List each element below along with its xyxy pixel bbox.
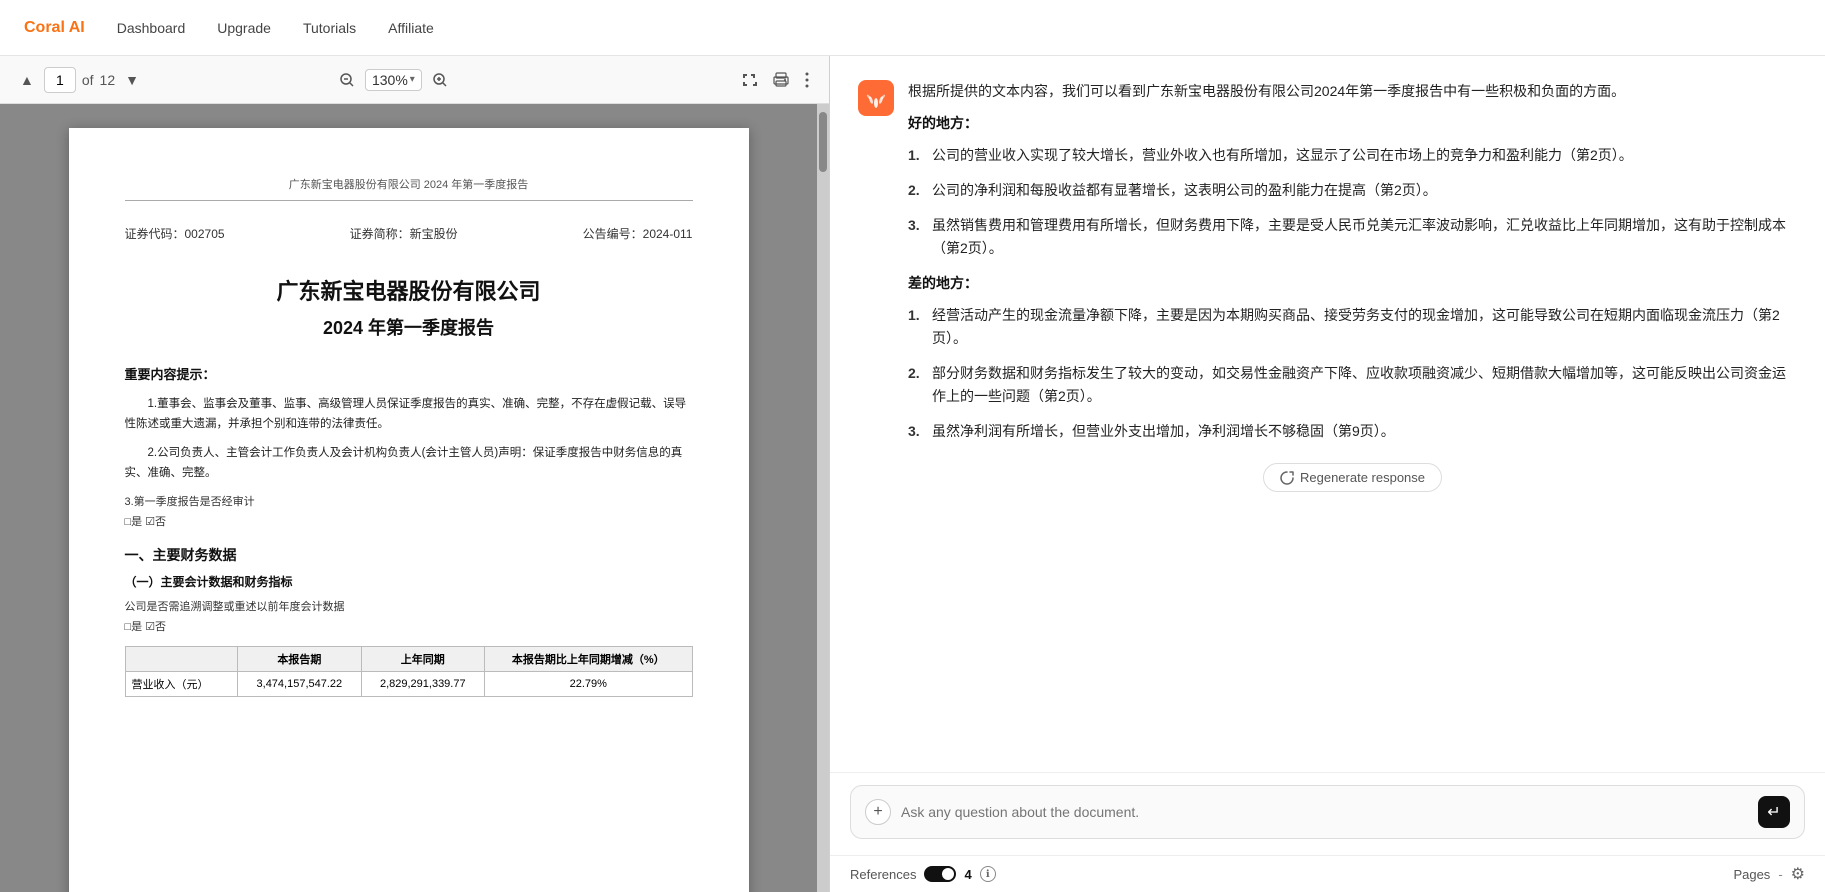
pdf-viewer: ▲ of 12 ▼ 130% ▾	[0, 56, 830, 892]
pdf-page: 广东新宝电器股份有限公司 2024 年第一季度报告 证券代码：002705 证券…	[69, 128, 749, 892]
zoom-out-button[interactable]	[335, 68, 359, 92]
send-icon: ↵	[1767, 802, 1780, 822]
ai-messages-list: 根据所提供的文本内容，我们可以看到广东新宝电器股份有限公司2024年第一季度报告…	[830, 56, 1825, 772]
plus-icon: +	[873, 803, 882, 821]
info-symbol: ℹ	[986, 869, 990, 880]
ai-bad-list: 经营活动产生的现金流量净额下降，主要是因为本期购买商品、接受劳务支付的现金增加，…	[908, 304, 1797, 443]
ai-good-item-1: 公司的营业收入实现了较大增长，营业外收入也有所增加，这显示了公司在市场上的竞争力…	[908, 144, 1797, 167]
pdf-data-table: 本报告期 上年同期 本报告期比上年同期增减（%） 营业收入（元） 3,474,1…	[125, 646, 693, 697]
pdf-important-title: 重要内容提示：	[125, 364, 693, 383]
ai-intro-text: 根据所提供的文本内容，我们可以看到广东新宝电器股份有限公司2024年第一季度报告…	[908, 80, 1797, 104]
brand-logo[interactable]: Coral AI	[24, 19, 85, 37]
table-header-1: 本报告期	[238, 647, 361, 672]
ai-bad-title: 差的地方：	[908, 272, 1797, 296]
pages-label: Pages	[1733, 867, 1770, 882]
table-cell-prev: 2,829,291,339.77	[361, 672, 484, 697]
nav-dashboard[interactable]: Dashboard	[117, 20, 186, 36]
pdf-adjust-question: 公司是否需追溯调整或重述以前年度会计数据	[125, 598, 693, 614]
regenerate-button[interactable]: Regenerate response	[1263, 463, 1442, 492]
ai-bad-item-1: 经营活动产生的现金流量净额下降，主要是因为本期购买商品、接受劳务支付的现金增加，…	[908, 304, 1797, 350]
pdf-meta-abbr: 证券简称：新宝股份	[350, 225, 458, 242]
nav-upgrade[interactable]: Upgrade	[217, 20, 271, 36]
page-navigation: ▲ of 12 ▼	[16, 67, 143, 93]
pdf-subsection1: （一）主要会计数据和财务指标	[125, 573, 693, 590]
more-options-icon	[805, 72, 809, 88]
fit-icon	[741, 72, 757, 88]
pdf-document-area[interactable]: 广东新宝电器股份有限公司 2024 年第一季度报告 证券代码：002705 证券…	[0, 104, 817, 892]
pdf-meta: 证券代码：002705 证券简称：新宝股份 公告编号：2024-011	[125, 225, 693, 242]
pages-value: -	[1778, 867, 1782, 882]
page-total: 12	[100, 72, 116, 88]
table-header-0	[125, 647, 238, 672]
ai-good-list: 公司的营业收入实现了较大增长，营业外收入也有所增加，这显示了公司在市场上的竞争力…	[908, 144, 1797, 260]
table-cell-label: 营业收入（元）	[125, 672, 238, 697]
pdf-header-line: 广东新宝电器股份有限公司 2024 年第一季度报告	[125, 176, 693, 201]
print-button[interactable]	[769, 68, 793, 92]
table-row: 营业收入（元） 3,474,157,547.22 2,829,291,339.7…	[125, 672, 692, 697]
top-nav: Coral AI Dashboard Upgrade Tutorials Aff…	[0, 0, 1825, 56]
print-icon	[773, 72, 789, 88]
ai-message-body: 根据所提供的文本内容，我们可以看到广东新宝电器股份有限公司2024年第一季度报告…	[908, 80, 1797, 492]
ai-send-button[interactable]: ↵	[1758, 796, 1790, 828]
pdf-audit-value: □是 ☑否	[125, 513, 693, 529]
zoom-in-button[interactable]	[428, 68, 452, 92]
regenerate-label: Regenerate response	[1300, 470, 1425, 485]
fit-page-button[interactable]	[737, 68, 761, 92]
next-page-button[interactable]: ▼	[121, 68, 143, 92]
pdf-scrollbar[interactable]	[817, 104, 829, 892]
references-count: 4	[964, 867, 971, 882]
ai-chat-panel: 根据所提供的文本内容，我们可以看到广东新宝电器股份有限公司2024年第一季度报告…	[830, 56, 1825, 892]
pdf-important-1: 1.董事会、监事会及董事、监事、高级管理人员保证季度报告的真实、准确、完整，不存…	[125, 395, 693, 434]
toolbar-right	[737, 68, 813, 92]
pdf-scroll-thumb[interactable]	[819, 112, 827, 172]
zoom-in-icon	[432, 72, 448, 88]
references-info-icon[interactable]: ℹ	[980, 866, 996, 882]
ai-chat-input[interactable]	[901, 804, 1748, 820]
pdf-audit-label: 3.第一季度报告是否经审计	[125, 493, 693, 509]
pdf-meta-notice: 公告编号：2024-011	[583, 225, 693, 242]
ai-good-item-2: 公司的净利润和每股收益都有显著增长，这表明公司的盈利能力在提高（第2页）。	[908, 179, 1797, 202]
prev-page-button[interactable]: ▲	[16, 68, 38, 92]
pdf-important-2: 2.公司负责人、主管会计工作负责人及会计机构负责人(会计主管人员)声明：保证季度…	[125, 444, 693, 483]
ai-bad-item-2: 部分财务数据和财务指标发生了较大的变动，如交易性金融资产下降、应收款项融资减少、…	[908, 362, 1797, 408]
pdf-meta-code: 证券代码：002705	[125, 225, 225, 242]
nav-tutorials[interactable]: Tutorials	[303, 20, 356, 36]
ai-good-title: 好的地方：	[908, 112, 1797, 136]
settings-icon[interactable]: ⚙	[1791, 864, 1805, 884]
zoom-control: 130% ▾	[335, 68, 452, 92]
zoom-chevron-icon: ▾	[410, 74, 415, 85]
ai-attach-button[interactable]: +	[865, 799, 891, 825]
pdf-subtitle: 2024 年第一季度报告	[125, 314, 693, 340]
table-header-3: 本报告期比上年同期增减（%）	[485, 647, 693, 672]
ai-bad-item-3: 虽然净利润有所增长，但营业外支出增加，净利润增长不够稳固（第9页）。	[908, 420, 1797, 443]
references-label: References	[850, 867, 916, 882]
ai-input-area: + ↵	[830, 772, 1825, 855]
page-number-input[interactable]	[44, 67, 76, 93]
table-header-2: 上年同期	[361, 647, 484, 672]
zoom-value: 130%	[372, 72, 408, 88]
ai-input-box: + ↵	[850, 785, 1805, 839]
references-toggle[interactable]	[924, 866, 956, 882]
nav-affiliate[interactable]: Affiliate	[388, 20, 434, 36]
main-area: ▲ of 12 ▼ 130% ▾	[0, 56, 1825, 892]
table-cell-change: 22.79%	[485, 672, 693, 697]
zoom-display[interactable]: 130% ▾	[365, 69, 422, 91]
regenerate-bar: Regenerate response	[908, 455, 1797, 492]
pdf-toolbar: ▲ of 12 ▼ 130% ▾	[0, 56, 829, 104]
ai-message-1: 根据所提供的文本内容，我们可以看到广东新宝电器股份有限公司2024年第一季度报告…	[858, 80, 1797, 492]
zoom-out-icon	[339, 72, 355, 88]
regenerate-icon	[1280, 471, 1294, 485]
table-cell-current: 3,474,157,547.22	[238, 672, 361, 697]
page-separator: of	[82, 72, 94, 88]
pdf-adjust-value: □是 ☑否	[125, 618, 693, 634]
ai-avatar	[858, 80, 894, 116]
pdf-section1: 一、主要财务数据	[125, 545, 693, 565]
pdf-title: 广东新宝电器股份有限公司	[125, 274, 693, 306]
pages-section: Pages - ⚙	[1733, 864, 1805, 884]
coral-icon	[865, 87, 887, 109]
ai-bottom-bar: References 4 ℹ Pages - ⚙	[830, 855, 1825, 892]
references-section: References 4 ℹ	[850, 866, 996, 882]
ai-good-item-3: 虽然销售费用和管理费用有所增长，但财务费用下降，主要是受人民币兑美元汇率波动影响…	[908, 214, 1797, 260]
more-options-button[interactable]	[801, 68, 813, 92]
